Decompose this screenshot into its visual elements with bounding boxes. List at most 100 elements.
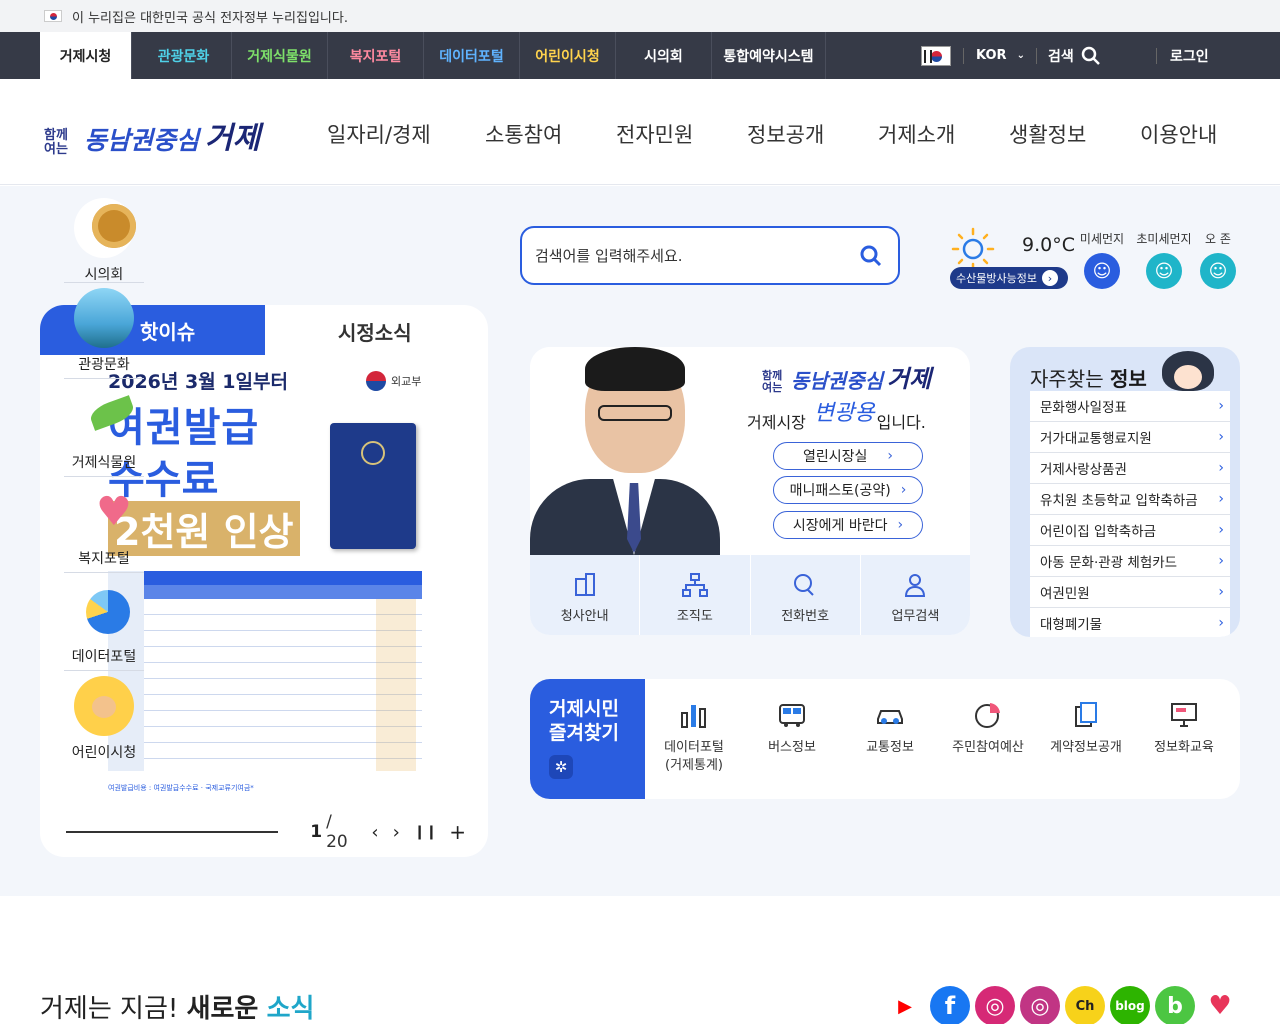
tab-kids[interactable]: 어린이시청 [520,32,616,79]
frequent-title: 자주찾는 정보 [1030,363,1147,392]
gnb-guide[interactable]: 이용안내 [1140,119,1217,149]
poster-org-label: 외교부 [391,375,422,388]
quick-link-kids[interactable]: 어린이시청 [64,676,144,762]
building-guide-link[interactable]: 청사안내 [530,555,641,635]
quick-link-botanical[interactable]: 거제식물원 [64,386,144,472]
search-toggle[interactable]: 검색 [1036,32,1101,79]
link-label: 열린시장실 [802,449,868,465]
monitor-icon [1171,703,1197,727]
wish-to-mayor-link[interactable]: 시장에게 바란다 › [773,511,923,539]
gnb-info-disclosure[interactable]: 정보공개 [747,119,824,149]
gnb-about-geoje[interactable]: 거제소개 [878,119,955,149]
favorite-traffic-info[interactable]: 교통정보 [841,699,939,757]
pause-icon[interactable]: ❙❙ [414,824,437,840]
favorite-contract-info[interactable]: 계약정보공개 [1037,699,1135,757]
documents-icon [1075,702,1097,727]
slogan-big: 거제 [887,365,932,393]
passport-emblem-icon [361,441,385,465]
chevron-right-icon[interactable]: › [393,822,400,843]
quick-link-tourism[interactable]: 관광문화 [64,288,144,374]
work-search-link[interactable]: 업무검색 [861,555,970,635]
divider [64,476,144,477]
favorite-label: 계약정보공개 [1050,740,1122,755]
tab-reservation[interactable]: 통합예약시스템 [712,32,826,79]
main-search-input[interactable]: 검색어를 입력해주세요. [520,226,900,285]
list-item[interactable]: 대형폐기물 [1030,608,1230,637]
pager-current: 1 [310,822,323,842]
kid-character-icon [74,676,134,736]
list-item[interactable]: 거가대교통행료지원 [1030,422,1230,453]
data-chart-icon [74,580,134,640]
gnb-e-civil[interactable]: 전자민원 [616,119,693,149]
band-icon[interactable]: b [1155,986,1195,1024]
manifesto-link[interactable]: 매니패스토(공약) › [773,476,923,504]
favorite-citizen-budget[interactable]: 주민참여예산 [939,699,1037,757]
list-item[interactable]: 여권민원 [1030,577,1230,608]
frequent-title-prefix: 자주찾는 [1030,367,1104,391]
tab-botanical-garden[interactable]: 거제식물원 [232,32,328,79]
divider [64,378,144,379]
news-poster[interactable]: 2026년 3월 1일부터 외교부 여권발급 수수료 2천원 인상 여권발급비용… [98,367,428,802]
table-header-bar [144,571,422,585]
gnb-jobs-economy[interactable]: 일자리/경제 [327,119,431,149]
quick-link-welfare[interactable]: ♥ 복지포털 [64,482,144,568]
plus-icon[interactable]: + [449,820,466,844]
favorite-bus-info[interactable]: 버스정보 [743,699,841,757]
tab-welfare[interactable]: 복지포털 [328,32,424,79]
korea-flag-icon [44,10,62,22]
seafood-radiation-button[interactable]: 수산물방사능정보 › [950,267,1068,289]
facebook-icon[interactable]: f [930,986,970,1024]
tab-council[interactable]: 시의회 [616,32,712,79]
open-mayor-office-link[interactable]: 열린시장실 › [773,442,923,470]
org-chart-link[interactable]: 조직도 [640,555,751,635]
divider [64,282,144,283]
seafood-radiation-label: 수산물방사능정보 [956,272,1037,285]
quick-link-council[interactable]: 시의회 [64,198,144,284]
list-item[interactable]: 유치원 초등학교 입학축하금 [1030,484,1230,515]
temperature: 9.0°C [1022,234,1075,256]
logo-big-text: 거제 [205,121,261,156]
gear-icon[interactable]: ✲ [549,755,573,779]
phone-number-link[interactable]: 전화번호 [751,555,861,635]
list-item[interactable]: 거제사랑상품권 [1030,453,1230,484]
link-label: 시장에게 바란다 [792,518,888,534]
tab-city-hall[interactable]: 거제시청 [40,32,132,79]
login-link[interactable]: 로그인 [1156,32,1209,79]
gov-banner: 이 누리집은 대한민국 공식 전자정부 누리집입니다. [0,0,1280,32]
gnb-participation[interactable]: 소통참여 [485,119,562,149]
youtube-icon[interactable]: ▶ [885,986,925,1024]
frequent-title-bold: 정보 [1109,367,1147,391]
fee-table-image [108,571,422,771]
language-selector[interactable]: KOR ⌄ [921,32,1025,79]
blog-icon[interactable]: blog [1110,986,1150,1024]
slogan-mid: 동남권중심 [791,369,883,393]
chevron-right-icon: › [1041,270,1058,286]
site-logo[interactable]: 함께 여는 동남권중심 거제 [44,113,260,157]
channel-icon[interactable]: Ch [1065,986,1105,1024]
chevron-left-icon[interactable]: ‹ [371,822,378,843]
search-icon[interactable] [860,245,882,267]
tab-city-news[interactable]: 시정소식 [338,317,412,346]
favorites-title-2: 즐겨찾기 [549,722,619,744]
favorite-it-education[interactable]: 정보화교육 [1135,699,1233,757]
poster-org: 외교부 [366,371,421,391]
weather-widget: 9.0°C 수산물방사능정보 › 미세먼지 ☺ 초미세먼지 ☺ 오 존 ☺ [948,226,1248,296]
mayor-quick-menu: 청사안내 조직도 전화번호 업무검색 [530,555,970,635]
quick-link-data[interactable]: 데이터포털 [64,580,144,666]
gnb-living-info[interactable]: 생활정보 [1009,119,1086,149]
car-icon [877,710,903,724]
news-title-bold: 새로운 [186,994,259,1024]
favorite-data-portal[interactable]: 데이터포털 (거제통계) [645,699,743,775]
slide-pager: 1 / 20 ‹ › ❙❙ + [66,812,466,852]
table-header-bar [144,585,422,599]
favorite-label: 데이터포털 [664,740,724,755]
list-item[interactable]: 아동 문화·관광 체험카드 [1030,546,1230,577]
list-item[interactable]: 어린이집 입학축하금 [1030,515,1230,546]
search-placeholder: 검색어를 입력해주세요. [535,247,683,265]
instagram-icon[interactable]: ◎ [1020,986,1060,1024]
instagram-icon[interactable]: ◎ [975,986,1015,1024]
heart-icon[interactable]: ♥ [1200,986,1240,1024]
list-item[interactable]: 문화행사일정표 [1030,391,1230,422]
tab-data-portal[interactable]: 데이터포털 [424,32,520,79]
tab-tourism[interactable]: 관광문화 [136,32,232,79]
